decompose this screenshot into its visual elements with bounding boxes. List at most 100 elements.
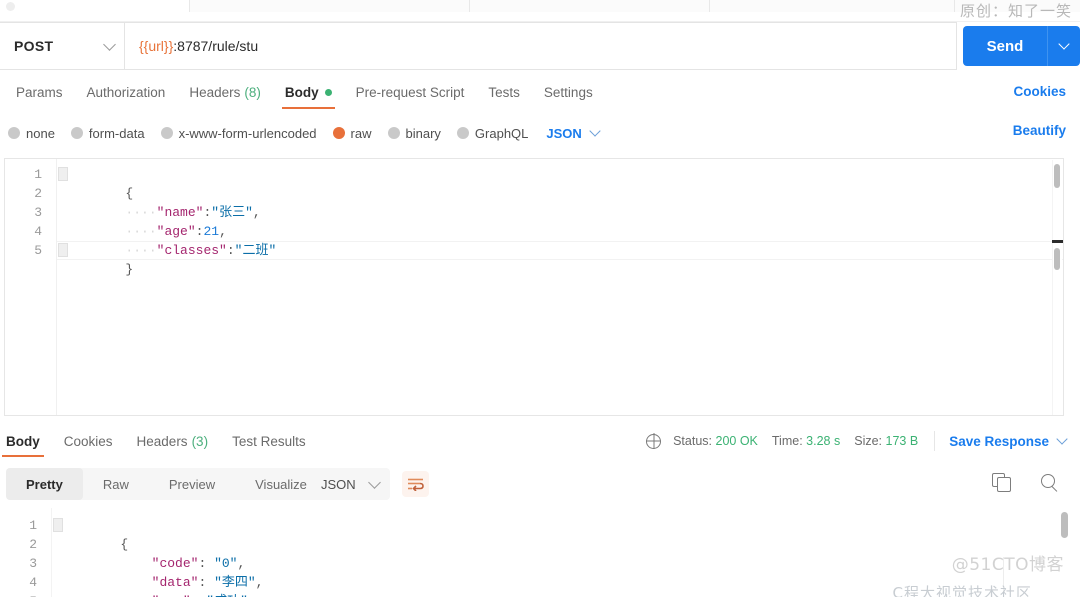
response-tab-body[interactable]: Body [0, 428, 52, 457]
scroll-marker [1052, 240, 1063, 243]
response-tab-headers[interactable]: Headers (3) [125, 428, 221, 454]
code-indent: ···· [125, 224, 157, 239]
body-type-raw[interactable]: raw [332, 125, 372, 141]
tab-body[interactable]: Body [273, 78, 344, 109]
editor-scrollbar[interactable] [1052, 160, 1062, 415]
body-type-label: raw [350, 125, 372, 141]
http-method-label: POST [14, 38, 54, 54]
tab-headers[interactable]: Headers (8) [177, 78, 273, 106]
code-line: { [58, 516, 1080, 552]
chevron-down-icon [368, 475, 381, 489]
url-input[interactable]: {{url}}:8787/rule/stu [125, 22, 957, 70]
code-line: "code": "0", [58, 535, 1080, 571]
body-type-label: form-data [88, 125, 145, 141]
response-gutter: 1 2 3 4 5 [0, 508, 52, 597]
body-type-label: none [26, 125, 55, 141]
tab-settings[interactable]: Settings [532, 78, 605, 106]
status-item: Status: 200 OK [673, 434, 758, 448]
save-response-button[interactable]: Save Response [949, 434, 1049, 449]
tab-label: Body [284, 84, 319, 100]
tab-authorization[interactable]: Authorization [75, 78, 178, 106]
line-number: 5 [0, 592, 51, 597]
code-value: "李四" [214, 575, 256, 590]
scrollbar-thumb-secondary[interactable] [1054, 248, 1060, 270]
body-type-graphql[interactable]: GraphQL [456, 125, 529, 141]
response-format-label: JSON [321, 476, 356, 492]
tab-tests[interactable]: Tests [476, 78, 532, 106]
response-format-toolbar: Pretty Raw Preview Visualize JSON [0, 468, 1080, 504]
line-number: 3 [29, 556, 37, 571]
tab-label: Body [6, 433, 40, 449]
raw-format-select[interactable]: JSON [546, 125, 601, 141]
line-number: 1 [34, 167, 42, 182]
code-line: ····"name":"张三", [63, 184, 1063, 220]
wrap-text-icon [408, 478, 424, 491]
request-body-editor[interactable]: 1 2 3 4 5 { ····"name":"张三", ····"age":2… [4, 158, 1064, 416]
scrollbar-thumb[interactable] [1054, 164, 1060, 188]
send-button[interactable]: Send [963, 26, 1047, 66]
editor-gutter: 1 2 3 4 5 [5, 159, 57, 415]
pill-pretty[interactable]: Pretty [6, 468, 83, 500]
status-value: 200 OK [715, 434, 758, 448]
tab-pre-request-script[interactable]: Pre-request Script [344, 78, 477, 106]
line-number: 3 [34, 205, 42, 220]
fold-marker-icon[interactable] [53, 518, 63, 532]
code-colon: : [198, 575, 215, 590]
response-tab-cookies[interactable]: Cookies [52, 428, 125, 454]
line-number: 4 [34, 224, 42, 239]
request-tabs: Params Authorization Headers (8) Body Pre… [0, 78, 1080, 110]
response-bar: Body Cookies Headers (3) Test Results Sta… [0, 428, 1080, 462]
code-comma: , [219, 224, 227, 239]
divider [934, 431, 936, 451]
cookies-link[interactable]: Cookies [1013, 84, 1066, 99]
body-type-urlencoded[interactable]: x-www-form-urlencoded [160, 125, 317, 141]
pill-preview[interactable]: Preview [149, 468, 235, 500]
response-format-select[interactable]: JSON [310, 468, 390, 500]
code-token: } [125, 262, 134, 277]
pill-raw[interactable]: Raw [83, 468, 149, 500]
scrollbar-thumb[interactable] [1061, 512, 1068, 538]
tab-strip-cutoff [0, 0, 1080, 12]
body-type-binary[interactable]: binary [387, 126, 441, 141]
body-type-label: x-www-form-urlencoded [178, 125, 317, 141]
code-line: { [63, 165, 1063, 201]
code-key: "data" [151, 575, 199, 590]
fold-marker-icon[interactable] [58, 243, 68, 257]
http-method-select[interactable]: POST [0, 22, 125, 70]
wrap-text-button[interactable] [402, 471, 429, 497]
tab-label: Test Results [232, 433, 306, 449]
copy-icon[interactable] [992, 472, 1014, 494]
raw-format-label: JSON [546, 125, 582, 141]
time-item: Time: 3.28 s [772, 434, 840, 448]
beautify-link[interactable]: Beautify [1013, 123, 1066, 138]
body-type-none[interactable]: none [8, 126, 55, 141]
watermark-bottom: @51CTO博客 [951, 555, 1064, 575]
response-tab-test-results[interactable]: Test Results [220, 428, 318, 454]
code-indent: ···· [125, 205, 157, 220]
size-label: Size: [854, 434, 883, 448]
tab-label: Tests [488, 84, 520, 100]
chevron-down-icon [103, 37, 116, 51]
body-type-label: GraphQL [474, 125, 529, 141]
status-label: Status: [673, 434, 713, 448]
search-icon[interactable] [1040, 473, 1060, 493]
chevron-down-icon[interactable] [1056, 433, 1068, 445]
tab-label: Headers [189, 84, 241, 100]
watermark-top: 原创：知了一笑 [959, 2, 1072, 20]
tab-label: Cookies [63, 433, 113, 449]
code-key: "age" [156, 224, 196, 239]
fold-marker-icon[interactable] [58, 167, 68, 181]
code-key: "classes" [156, 243, 227, 258]
code-comma: , [237, 556, 246, 571]
editor-code-area[interactable]: { ····"name":"张三", ····"age":21, ····"cl… [57, 159, 1063, 415]
tab-params[interactable]: Params [4, 78, 75, 106]
url-text: {{url}}:8787/rule/stu [139, 38, 258, 54]
body-type-form-data[interactable]: form-data [70, 125, 145, 141]
tab-label: Headers [136, 433, 188, 449]
send-options-button[interactable] [1047, 26, 1080, 66]
body-active-dot-icon [324, 88, 332, 96]
url-path: :8787/rule/stu [173, 38, 259, 54]
radio-icon [70, 127, 83, 139]
